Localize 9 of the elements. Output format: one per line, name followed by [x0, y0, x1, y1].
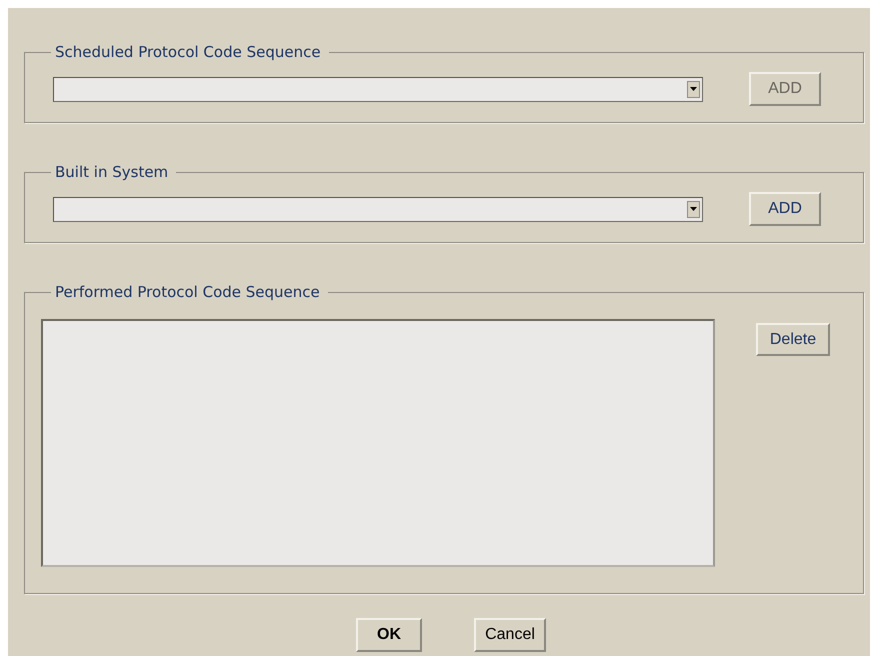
add-button[interactable]: ADD: [749, 192, 821, 226]
group-title: Scheduled Protocol Code Sequence: [51, 43, 329, 61]
group-title: Built in System: [51, 163, 176, 181]
group-title: Performed Protocol Code Sequence: [51, 283, 328, 301]
dropdown-field[interactable]: [53, 76, 703, 102]
dropdown-field[interactable]: [53, 196, 703, 222]
cancel-button[interactable]: Cancel: [474, 618, 546, 652]
delete-button[interactable]: Delete: [756, 323, 830, 356]
ok-button[interactable]: OK: [356, 618, 422, 652]
